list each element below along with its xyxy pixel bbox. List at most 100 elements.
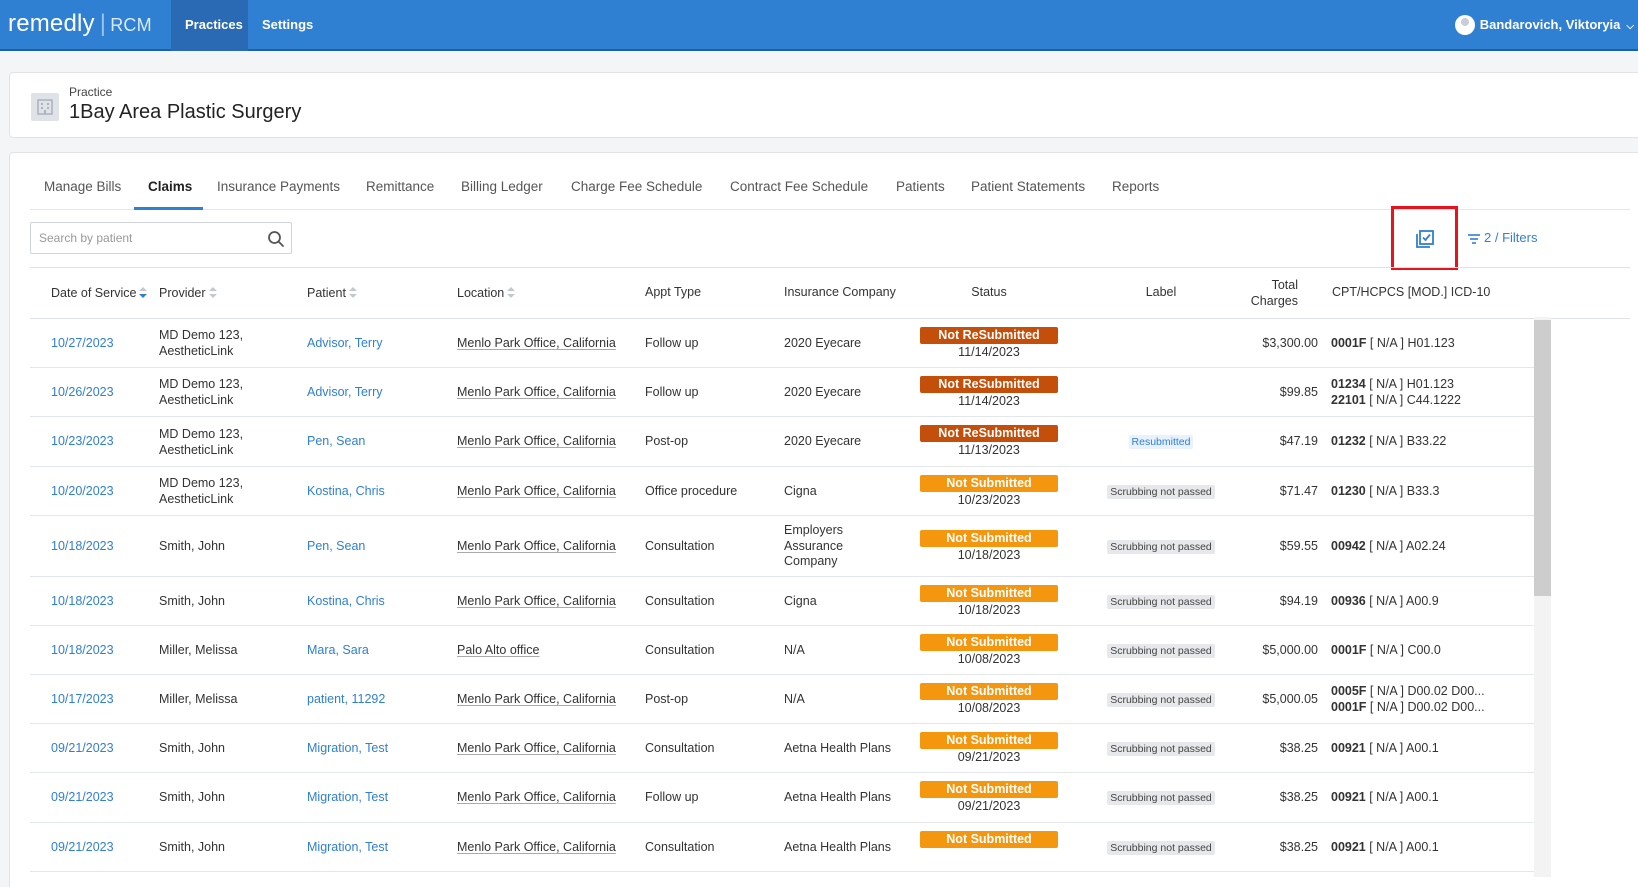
- cpt-icd-cell: 01230 [ N/A ] B33.3: [1331, 484, 1439, 500]
- avatar: [1454, 14, 1475, 35]
- patient-link[interactable]: Kostina, Chris: [307, 484, 385, 500]
- date-of-service-link[interactable]: 10/18/2023: [51, 594, 114, 610]
- location-cell: Menlo Park Office, California: [457, 385, 616, 399]
- provider-cell: Smith, John: [159, 790, 225, 806]
- tab-contract-fee-schedule[interactable]: Contract Fee Schedule: [730, 179, 868, 208]
- status-badge: Not Submitted 09/21/2023: [920, 781, 1058, 813]
- tab-patient-statements[interactable]: Patient Statements: [971, 179, 1085, 208]
- table-row[interactable]: 10/18/2023 Miller, Melissa Mara, Sara Palo …: [30, 626, 1535, 675]
- tab-charge-fee-schedule[interactable]: Charge Fee Schedule: [571, 179, 702, 208]
- table-row[interactable]: 09/21/2023 Smith, John Migration, Test Menl…: [30, 773, 1535, 823]
- col-date-of-service[interactable]: Date of Service: [51, 285, 148, 300]
- insurance-line: Aetna Health Plans: [784, 741, 892, 755]
- patient-link[interactable]: Migration, Test: [307, 840, 388, 856]
- tab-patients[interactable]: Patients: [896, 179, 945, 208]
- table-header: Date of Service Provider Patient Locatio…: [30, 268, 1630, 319]
- tab-claims[interactable]: Claims: [148, 179, 192, 208]
- app-logo[interactable]: remedly | RCM: [8, 10, 152, 38]
- bulk-select-icon[interactable]: [1415, 229, 1435, 249]
- patient-link[interactable]: Migration, Test: [307, 790, 388, 806]
- col-location[interactable]: Location: [457, 285, 516, 300]
- search-icon[interactable]: [267, 230, 285, 248]
- search-input[interactable]: [31, 223, 256, 253]
- status-date: 10/18/2023: [957, 603, 1021, 617]
- table-row[interactable]: 10/17/2023 Miller, Melissa patient, 11292 M…: [30, 675, 1535, 724]
- user-name: Bandarovich, Viktoryia: [1479, 17, 1621, 32]
- icd-codes: [ N/A ] D00.02 D00...: [1366, 699, 1485, 714]
- patient-link[interactable]: patient, 11292: [307, 692, 385, 708]
- status-date: 11/13/2023: [958, 443, 1020, 457]
- tab-manage-bills[interactable]: Manage Bills: [44, 179, 121, 208]
- location-cell: Palo Alto office: [457, 643, 540, 657]
- cpt-icd-cell: 00921 [ N/A ] A00.1: [1331, 741, 1439, 757]
- sort-icon: [208, 287, 217, 299]
- patient-link[interactable]: Migration, Test: [307, 741, 388, 757]
- table-row[interactable]: 10/18/2023 Smith, John Pen, Sean Menlo Park…: [30, 516, 1535, 577]
- table-row[interactable]: 10/27/2023 MD Demo 123, AestheticLink Advis…: [30, 319, 1535, 368]
- patient-link[interactable]: Pen, Sean: [307, 539, 365, 555]
- table-row[interactable]: 10/26/2023 MD Demo 123, AestheticLink Advis…: [30, 368, 1535, 417]
- insurance-cell: Cigna: [784, 594, 817, 610]
- col-provider[interactable]: Provider: [159, 285, 217, 300]
- status-text: Not Submitted: [920, 732, 1058, 749]
- provider-cell: Smith, John: [159, 594, 225, 610]
- table-row[interactable]: 09/21/2023 Smith, John Migration, Test Menl…: [30, 823, 1535, 872]
- cpt-code: 01234: [1331, 377, 1366, 391]
- filters-button[interactable]: 2 / Filters: [1467, 230, 1537, 245]
- date-of-service-link[interactable]: 09/21/2023: [51, 741, 114, 757]
- tab-remittance[interactable]: Remittance: [366, 179, 434, 208]
- insurance-line: 2020 Eyecare: [784, 434, 862, 448]
- date-of-service-link[interactable]: 10/18/2023: [51, 539, 114, 555]
- patient-link[interactable]: Pen, Sean: [307, 434, 365, 450]
- status-text: Not Submitted: [920, 683, 1058, 700]
- status-text: Not Submitted: [920, 831, 1058, 848]
- table-row[interactable]: 09/21/2023 Smith, John Migration, Test Menl…: [30, 724, 1535, 773]
- label-tag: Scrubbing not passed: [1092, 692, 1230, 707]
- status-text: Not Submitted: [920, 585, 1058, 602]
- location-cell: Menlo Park Office, California: [457, 594, 616, 608]
- user-menu[interactable]: Bandarovich, Viktoryia ⌵: [1454, 0, 1638, 51]
- date-of-service-link[interactable]: 10/18/2023: [51, 643, 114, 659]
- patient-link[interactable]: Advisor, Terry: [307, 385, 383, 401]
- date-of-service-link[interactable]: 09/21/2023: [51, 790, 114, 806]
- label-text: Scrubbing not passed: [1107, 742, 1215, 756]
- search-box: [30, 222, 292, 254]
- provider-line: Smith, John: [159, 790, 226, 804]
- insurance-cell: 2020 Eyecare: [784, 434, 861, 450]
- patient-link[interactable]: Advisor, Terry: [307, 336, 383, 352]
- date-of-service-link[interactable]: 10/20/2023: [51, 484, 114, 500]
- patient-link[interactable]: Mara, Sara: [307, 643, 369, 659]
- appt-type-cell: Follow up: [645, 790, 699, 804]
- table-row[interactable]: 10/20/2023 MD Demo 123, AestheticLink Kosti…: [30, 467, 1535, 516]
- col-patient[interactable]: Patient: [307, 285, 357, 300]
- appt-type-cell: Consultation: [645, 840, 715, 854]
- tab-billing-ledger[interactable]: Billing Ledger: [461, 179, 543, 208]
- date-of-service-link[interactable]: 10/23/2023: [51, 434, 114, 450]
- date-of-service-link[interactable]: 09/21/2023: [51, 840, 114, 856]
- tab-reports[interactable]: Reports: [1112, 179, 1159, 208]
- table-row[interactable]: 10/23/2023 MD Demo 123, AestheticLink Pen, …: [30, 417, 1535, 467]
- date-of-service-link[interactable]: 10/27/2023: [51, 336, 114, 352]
- date-of-service-link[interactable]: 10/17/2023: [51, 692, 114, 708]
- patient-link[interactable]: Kostina, Chris: [307, 594, 385, 610]
- tab-insurance-payments[interactable]: Insurance Payments: [217, 179, 340, 208]
- cpt-icd-cell: 00936 [ N/A ] A00.9: [1331, 594, 1439, 610]
- icd-codes: [ N/A ] C44.1222: [1365, 392, 1461, 407]
- location-cell: Menlo Park Office, California: [457, 741, 616, 755]
- status-text: Not Submitted: [920, 634, 1058, 651]
- top-navbar: remedly | RCM Practices Settings Bandarovi…: [0, 0, 1638, 51]
- nav-tab-settings[interactable]: Settings: [248, 0, 327, 51]
- insurance-line: Cigna: [784, 594, 817, 608]
- date-of-service-link[interactable]: 10/26/2023: [51, 385, 114, 401]
- insurance-cell: Aetna Health Plans: [784, 840, 891, 856]
- cpt-icd-cell: 00942 [ N/A ] A02.24: [1331, 539, 1446, 555]
- provider-line: MD Demo 123,: [159, 377, 244, 391]
- table-row[interactable]: 10/18/2023 Smith, John Kostina, Chris Menlo…: [30, 577, 1535, 626]
- provider-cell: MD Demo 123, AestheticLink: [159, 377, 243, 408]
- nav-tab-practices[interactable]: Practices: [171, 0, 248, 51]
- cpt-code: 00921: [1331, 840, 1366, 854]
- col-appt-type: Appt Type: [645, 285, 702, 299]
- provider-line: MD Demo 123,: [159, 427, 244, 441]
- scrollbar-thumb[interactable]: [1534, 320, 1551, 596]
- status-date: 10/23/2023: [957, 493, 1021, 507]
